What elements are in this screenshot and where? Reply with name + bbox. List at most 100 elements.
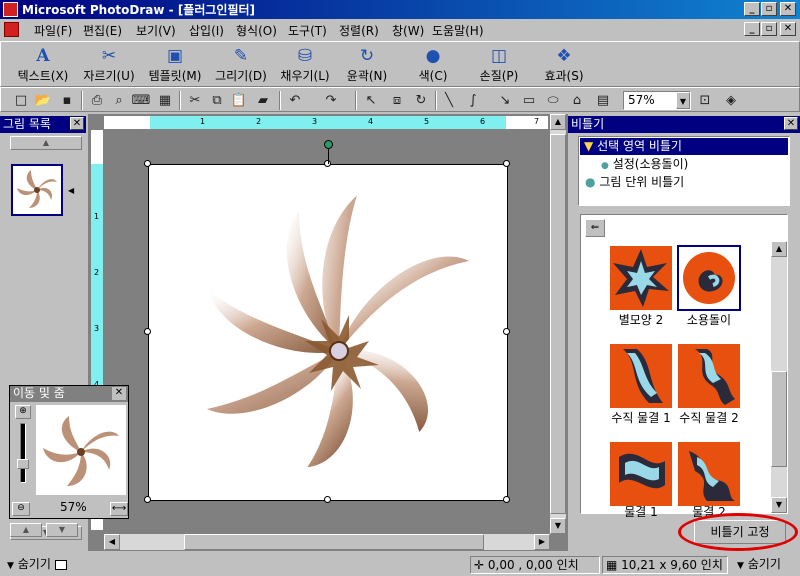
gallery-item-star-2[interactable] — [609, 245, 673, 311]
menu-window[interactable]: 창(W) — [392, 22, 424, 39]
group-icon[interactable]: ⧈ — [387, 91, 407, 110]
menu-insert[interactable]: 삽입(I) — [189, 22, 224, 39]
curve-icon[interactable]: ∫ — [463, 91, 483, 110]
save-icon[interactable]: ▪ — [57, 91, 77, 110]
scroll-left-icon[interactable]: ◀ — [104, 534, 120, 550]
gallery-item-wave-1[interactable] — [609, 441, 673, 507]
fit-to-window-icon[interactable]: ⊡ — [695, 91, 715, 110]
touchup-button[interactable]: ◫ 손질(P) — [473, 44, 525, 86]
scroll-down-icon[interactable]: ▼ — [771, 497, 787, 513]
option-settings-twirl[interactable]: ● 설정(소용돌이) — [601, 156, 688, 173]
menu-view[interactable]: 보기(V) — [136, 22, 176, 39]
resize-handle[interactable] — [503, 496, 510, 503]
maximize-button[interactable]: ▫ — [761, 2, 777, 16]
scroll-up-icon[interactable]: ▲ — [771, 241, 787, 257]
nav-down-icon[interactable]: ▼ — [46, 523, 78, 537]
clipart-icon[interactable]: ◈ — [721, 91, 741, 110]
doc-minimize-button[interactable]: _ — [744, 22, 760, 36]
new-file-icon[interactable]: □ — [11, 91, 31, 110]
resize-handle[interactable] — [503, 328, 510, 335]
format-painter-icon[interactable]: ▰ — [253, 91, 273, 110]
rotate-handle[interactable] — [324, 140, 333, 149]
outline-button[interactable]: ↻ 윤곽(N) — [341, 44, 393, 86]
option-selection-distort[interactable]: ▼ 선택 영역 비틀기 — [580, 138, 788, 155]
close-icon[interactable]: ✕ — [70, 117, 84, 130]
pointer-icon[interactable]: ↖ — [361, 91, 381, 110]
doc-restore-button[interactable]: ▫ — [761, 22, 777, 36]
crop-button[interactable]: ✂ 자르기(U) — [79, 44, 139, 86]
scroll-up-icon[interactable]: ▲ — [10, 136, 82, 150]
zoom-out-icon[interactable]: ⊖ — [12, 502, 30, 516]
ellipse-icon[interactable]: ⬭ — [543, 91, 563, 110]
minimize-button[interactable]: _ — [744, 2, 760, 16]
copy-icon[interactable]: ⧉ — [207, 91, 227, 110]
draw-button[interactable]: ✎ 그리기(D) — [211, 44, 271, 86]
text-box-icon[interactable]: ▤ — [593, 91, 613, 110]
menu-format[interactable]: 형식(O) — [236, 22, 277, 39]
gallery-item-twirl[interactable] — [677, 245, 741, 311]
scroll-down-icon[interactable]: ▼ — [550, 518, 566, 534]
gallery-item-vertical-wave-1[interactable] — [609, 343, 673, 409]
template-button[interactable]: ▣ 템플릿(M) — [143, 44, 207, 86]
picture-canvas[interactable] — [144, 160, 510, 503]
gallery-item-vertical-wave-2[interactable] — [677, 343, 741, 409]
scroll-thumb[interactable] — [550, 134, 566, 514]
shape-icon[interactable]: ⌂ — [567, 91, 587, 110]
resize-handle[interactable] — [324, 496, 331, 503]
zoom-select[interactable]: 57% ▼ — [623, 91, 691, 110]
rectangle-icon[interactable]: ▭ — [519, 91, 539, 110]
rotate-icon[interactable]: ↻ — [411, 91, 431, 110]
menu-tools[interactable]: 도구(T) — [288, 22, 327, 39]
document-icon[interactable] — [4, 22, 19, 37]
scan-icon[interactable]: ⌨ — [131, 91, 151, 110]
menu-file[interactable]: 파일(F) — [34, 22, 72, 39]
close-icon[interactable]: ✕ — [112, 387, 126, 400]
line-icon[interactable]: ╲ — [439, 91, 459, 110]
scroll-thumb[interactable] — [771, 371, 787, 467]
pan-zoom-preview[interactable] — [36, 405, 126, 495]
gallery-scrollbar[interactable]: ▲ ▼ — [771, 241, 787, 513]
nav-up-icon[interactable]: ▲ — [10, 523, 42, 537]
scroll-thumb[interactable] — [184, 534, 484, 550]
undo-icon[interactable]: ↶ — [285, 91, 305, 110]
back-icon[interactable]: ⇐ — [585, 219, 605, 237]
zoom-slider[interactable]: ⊕ — [15, 405, 32, 505]
effects-button[interactable]: ❖ 효과(S) — [539, 44, 589, 86]
zoom-thumb[interactable] — [17, 459, 29, 469]
option-picture-distort[interactable]: ● 그림 단위 비틀기 — [585, 174, 684, 191]
hide-left-button[interactable]: ▼ 숨기기 — [4, 556, 76, 574]
picture-thumbnail[interactable] — [11, 164, 63, 216]
color-button[interactable]: ● 색(C) — [409, 44, 457, 86]
menu-edit[interactable]: 편집(E) — [83, 22, 122, 39]
close-icon[interactable]: ✕ — [784, 117, 798, 130]
gallery-item-wave-2[interactable] — [677, 441, 741, 507]
open-folder-icon[interactable]: 📂 — [33, 91, 53, 110]
picture-list-title: 그림 목록 — [3, 117, 51, 131]
resize-handle[interactable] — [144, 160, 151, 167]
doc-close-button[interactable]: ✕ — [780, 22, 796, 36]
close-button[interactable]: ✕ — [780, 2, 796, 16]
vertical-scrollbar[interactable]: ▲ ▼ — [550, 114, 566, 534]
menu-arrange[interactable]: 정렬(R) — [339, 22, 379, 39]
print-icon[interactable]: ⎙ — [87, 91, 107, 110]
resize-handle[interactable] — [144, 328, 151, 335]
arrow-icon[interactable]: ↘ — [495, 91, 515, 110]
fit-icon[interactable]: ⟷ — [110, 502, 128, 516]
menu-help[interactable]: 도움말(H) — [432, 22, 484, 39]
horizontal-scrollbar[interactable]: ◀ ▶ — [104, 534, 550, 550]
resize-handle[interactable] — [503, 160, 510, 167]
resize-handle[interactable] — [144, 496, 151, 503]
camera-icon[interactable]: ▦ — [155, 91, 175, 110]
redo-icon[interactable]: ↷ — [321, 91, 341, 110]
zoom-in-icon[interactable]: ⊕ — [15, 405, 31, 419]
print-preview-icon[interactable]: ⌕ — [109, 91, 129, 110]
scroll-up-icon[interactable]: ▲ — [550, 114, 566, 130]
cut-icon[interactable]: ✂ — [185, 91, 205, 110]
app-icon[interactable] — [3, 2, 18, 17]
paste-icon[interactable]: 📋 — [229, 91, 249, 110]
text-button[interactable]: A 텍스트(X) — [13, 44, 73, 86]
hide-right-button[interactable]: ▼ 숨기기 — [734, 556, 798, 574]
fill-button[interactable]: ⛁ 채우기(L) — [275, 44, 335, 86]
scroll-right-icon[interactable]: ▶ — [534, 534, 550, 550]
chevron-down-icon[interactable]: ▼ — [676, 92, 690, 109]
